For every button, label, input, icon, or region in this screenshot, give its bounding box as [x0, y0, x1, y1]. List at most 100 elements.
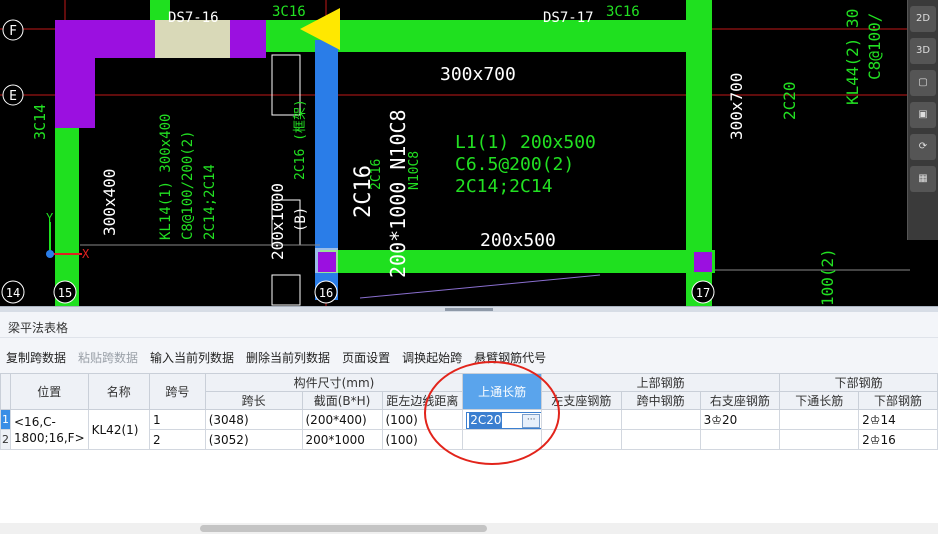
delete-column-data-button[interactable]: 删除当前列数据 — [240, 349, 336, 366]
cell-edge-dist[interactable]: (100) — [381, 409, 464, 430]
cell-bottom-rebar[interactable]: 2♔16 — [858, 429, 938, 450]
cell-top-through-editing[interactable]: 2C20 ··· — [462, 409, 542, 430]
col-header-bottom-through[interactable]: 下通长筋 — [779, 391, 860, 410]
axis-bubble-14: 14 — [1, 280, 25, 304]
cell-span-no[interactable]: 1 — [148, 409, 206, 430]
col-group-dimensions: 构件尺寸(mm) — [204, 373, 464, 392]
horizontal-scrollbar[interactable] — [0, 523, 938, 534]
axis-bubble-16: 16 — [314, 280, 338, 304]
view-cube-icon[interactable]: ▢ — [910, 70, 936, 96]
label-n10c8: 200*1000 N10C8 — [386, 109, 410, 278]
copy-span-data-button[interactable]: 复制跨数据 — [0, 349, 72, 366]
cad-viewport[interactable]: F E 14 15 16 17 DS7-16 DS7-17 300x700 20… — [0, 0, 938, 306]
splitter-grip[interactable] — [445, 308, 493, 311]
cell-bottom-through[interactable] — [779, 409, 860, 430]
cell-right-support[interactable] — [699, 429, 781, 450]
cell-section[interactable]: 200*1000 — [301, 429, 383, 450]
label-l1-3: 2C14;2C14 — [455, 176, 553, 197]
panel-toolbar: 复制跨数据 粘贴跨数据 输入当前列数据 删除当前列数据 页面设置 调换起始跨 悬… — [0, 346, 552, 368]
col-group-bottom-rebar: 下部钢筋 — [779, 373, 938, 392]
beam-table: 位置 名称 跨号 构件尺寸(mm) 上通长筋 上部钢筋 下部钢筋 跨长 截面(B… — [0, 373, 938, 450]
row-number[interactable]: 1 — [0, 409, 11, 430]
label-100-2: 100(2) — [818, 248, 837, 306]
cell-top-through[interactable] — [462, 429, 542, 450]
label-3c14-left: 3C14 — [31, 104, 49, 140]
cell-span-no[interactable]: 2 — [148, 429, 206, 450]
col-header-bottom-rebar[interactable]: 下部钢筋 — [858, 391, 938, 410]
table-row[interactable]: 1 <16,C-1800;16,F> KL42(1) 1 (3048) (200… — [0, 409, 938, 450]
axis-bubble-17: 17 — [691, 280, 715, 304]
input-column-data-button[interactable]: 输入当前列数据 — [144, 349, 240, 366]
label-200x1000: 200x1000 — [268, 183, 287, 260]
row-number[interactable]: 2 — [0, 429, 11, 450]
label-b: (B) — [293, 207, 309, 232]
svg-text:E: E — [9, 89, 17, 104]
col-header-right-support[interactable]: 右支座钢筋 — [699, 391, 781, 410]
col-header-top-through[interactable]: 上通长筋 — [462, 373, 542, 410]
ellipsis-icon[interactable]: ··· — [522, 414, 541, 428]
col-group-top-rebar: 上部钢筋 — [540, 373, 781, 392]
column-f15-b — [55, 20, 155, 58]
cell-position[interactable]: <16,C-1800;16,F> — [10, 409, 89, 450]
label-kl44-2: C8@100/ — [865, 13, 884, 80]
opening-3 — [271, 274, 301, 306]
svg-text:X: X — [82, 247, 90, 261]
col-header-left-support[interactable]: 左支座钢筋 — [541, 391, 622, 410]
top-through-input[interactable]: 2C20 ··· — [466, 412, 541, 429]
rotate-icon[interactable]: ⟳ — [910, 134, 936, 160]
col-header-mid-span[interactable]: 跨中钢筋 — [620, 391, 701, 410]
view-2d-icon[interactable]: 2D — [910, 6, 936, 32]
label-kl44: KL44(2) 30 — [843, 9, 862, 105]
column-17-bottom — [694, 252, 712, 272]
label-n10c8-2: N10C8 — [407, 151, 422, 190]
beam-h-200x500 — [320, 250, 715, 273]
label-kl14-2: C8@100/200(2) — [180, 130, 196, 240]
svg-text:17: 17 — [696, 286, 710, 300]
col-header-span-no[interactable]: 跨号 — [148, 373, 206, 410]
label-ds7-17: DS7-17 — [543, 10, 594, 26]
cad-drawing: F E 14 15 16 17 DS7-16 DS7-17 300x700 20… — [0, 0, 910, 306]
label-300x400: 300x400 — [100, 169, 119, 236]
cell-right-support[interactable]: 3♔20 — [699, 409, 781, 430]
svg-text:14: 14 — [6, 286, 20, 300]
svg-text:16: 16 — [319, 286, 333, 300]
label-300x700-h: 300x700 — [440, 64, 516, 85]
cell-mid-span[interactable] — [620, 409, 701, 430]
label-2c16-mid: 2C16 (框架) — [293, 99, 308, 180]
cell-edge-dist[interactable]: (100) — [381, 429, 464, 450]
cell-bottom-through[interactable] — [779, 429, 860, 450]
cell-left-support[interactable] — [541, 429, 622, 450]
view-box-icon[interactable]: ▣ — [910, 102, 936, 128]
cell-bottom-rebar[interactable]: 2♔14 — [858, 409, 938, 430]
cell-span-length[interactable]: (3052) — [204, 429, 303, 450]
label-2c20-v: 2C20 — [780, 81, 799, 120]
label-l1-2: C6.5@200(2) — [455, 154, 574, 175]
paste-span-data-button[interactable]: 粘贴跨数据 — [72, 349, 144, 366]
beam-table-panel: 梁平法表格 复制跨数据 粘贴跨数据 输入当前列数据 删除当前列数据 页面设置 调… — [0, 312, 938, 534]
label-2c16-small: 2C16 — [369, 159, 384, 190]
scrollbar-thumb[interactable] — [200, 525, 487, 532]
cell-left-support[interactable] — [541, 409, 622, 430]
cantilever-code-button[interactable]: 悬臂钢筋代号 — [468, 349, 552, 366]
svg-text:15: 15 — [58, 286, 72, 300]
page-setup-button[interactable]: 页面设置 — [336, 349, 396, 366]
col-header-edge-dist[interactable]: 距左边线距离 — [381, 391, 464, 410]
label-200x500: 200x500 — [480, 230, 556, 251]
row-header-corner — [0, 373, 11, 410]
axis-bubble-f: F — [2, 19, 24, 41]
label-l1-1: L1(1) 200x500 — [455, 132, 596, 153]
col-header-span-length[interactable]: 跨长 — [204, 391, 303, 410]
col-header-section[interactable]: 截面(B*H) — [301, 391, 383, 410]
cell-name[interactable]: KL42(1) — [87, 409, 150, 450]
cell-span-length[interactable]: (3048) — [204, 409, 303, 430]
swap-start-span-button[interactable]: 调换起始跨 — [396, 349, 468, 366]
col-header-name[interactable]: 名称 — [87, 373, 150, 410]
label-ds7-16: DS7-16 — [168, 10, 219, 26]
column-f16 — [230, 20, 266, 58]
panel-title: 梁平法表格 — [0, 318, 938, 338]
cell-section[interactable]: (200*400) — [301, 409, 383, 430]
layer-icon[interactable]: ▦ — [910, 166, 936, 192]
view-3d-icon[interactable]: 3D — [910, 38, 936, 64]
col-header-position[interactable]: 位置 — [10, 373, 89, 410]
cell-mid-span[interactable] — [620, 429, 701, 450]
